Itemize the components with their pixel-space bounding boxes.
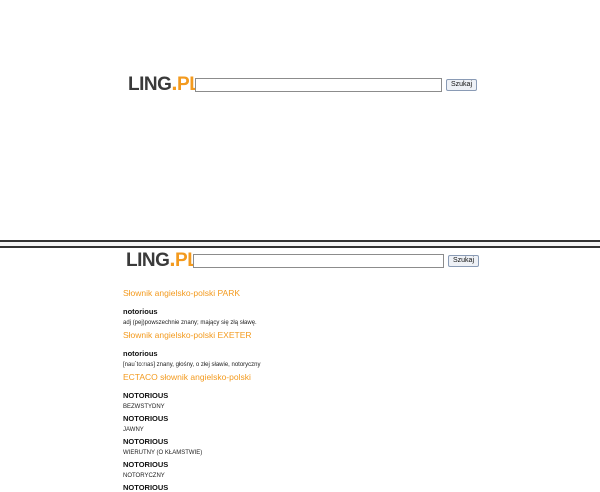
- entry-definition: adj (pej)powszechnie znany; mający się z…: [123, 320, 257, 326]
- dictionary-section: ECTACO słownik angielsko-polski NOTORIOU…: [123, 372, 563, 492]
- entry-headword: NOTORIOUS: [123, 414, 169, 423]
- dictionary-entry: NOTORIOUS BEZWSTYDNY: [123, 391, 563, 411]
- entry-headword: notorious: [123, 307, 158, 316]
- entry-headword: NOTORIOUS: [123, 391, 169, 400]
- results-list: Słownik angielsko-polski PARK notorious …: [123, 288, 563, 492]
- dictionary-entry: notorious adj (pej)powszechnie znany; ma…: [123, 307, 563, 327]
- entry-headword: notorious: [123, 349, 158, 358]
- results-page-panel: LING.PL Szukaj Słownik angielsko-polski …: [0, 248, 600, 492]
- search-page-panel: LING.PL Szukaj: [0, 0, 600, 240]
- entry-headword: NOTORIOUS: [123, 483, 169, 492]
- dictionary-entry: NOTORIOUS WIERUTNY (O KŁAMSTWIE): [123, 437, 563, 457]
- entry-definition: JAWNY: [123, 427, 144, 433]
- entry-headword: NOTORIOUS: [123, 437, 169, 446]
- search-button[interactable]: Szukaj: [448, 255, 480, 267]
- dictionary-section: Słownik angielsko-polski PARK notorious …: [123, 288, 563, 327]
- ling-pl-logo[interactable]: LING.PL: [126, 248, 199, 271]
- dictionary-section: Słownik angielsko-polski EXETER notoriou…: [123, 330, 563, 369]
- section-title[interactable]: ECTACO słownik angielsko-polski: [123, 372, 563, 383]
- logo-text-ling: LING: [126, 250, 170, 271]
- dictionary-entry: notorious [nau`to:rıas] znany, głośny, o…: [123, 349, 563, 369]
- logo-text-ling: LING: [128, 74, 172, 95]
- dictionary-entry: NOTORIOUS NOTORYCZNY: [123, 460, 563, 480]
- ling-pl-logo[interactable]: LING.PL: [128, 72, 201, 95]
- section-title[interactable]: Słownik angielsko-polski PARK: [123, 288, 563, 299]
- panel-divider: [0, 240, 600, 248]
- section-title[interactable]: Słownik angielsko-polski EXETER: [123, 330, 563, 341]
- search-input[interactable]: [193, 254, 444, 268]
- entry-definition: BEZWSTYDNY: [123, 404, 165, 410]
- entry-definition: NOTORYCZNY: [123, 473, 165, 479]
- entry-definition: [nau`to:rıas] znany, głośny, o złej sław…: [123, 362, 261, 368]
- dictionary-entry: NOTORIOUS: [123, 483, 563, 492]
- entry-headword: NOTORIOUS: [123, 460, 169, 469]
- dictionary-entry: NOTORIOUS JAWNY: [123, 414, 563, 434]
- search-input[interactable]: [195, 78, 442, 92]
- entry-definition: WIERUTNY (O KŁAMSTWIE): [123, 450, 203, 456]
- search-button[interactable]: Szukaj: [446, 79, 478, 91]
